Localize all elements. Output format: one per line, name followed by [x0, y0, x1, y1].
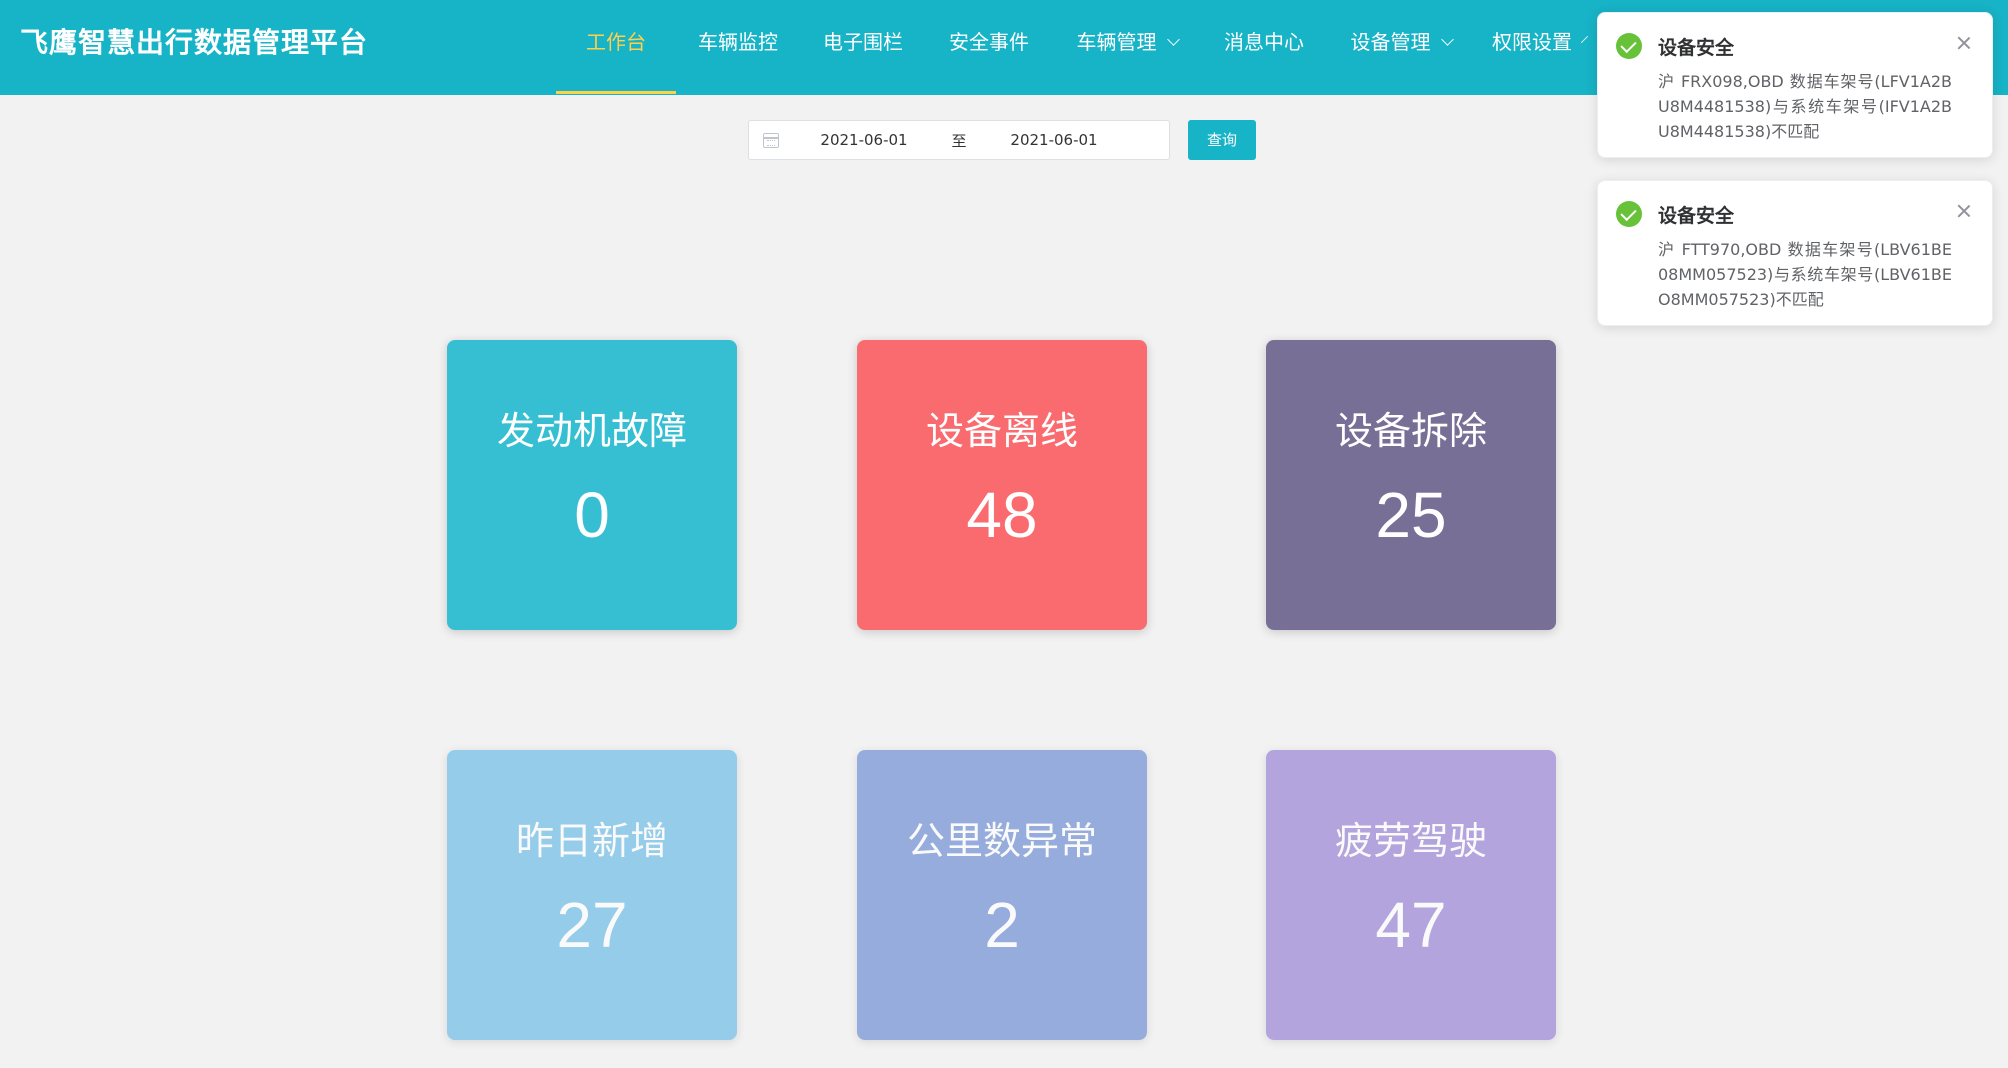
- nav-item-vehicle-management[interactable]: 车辆管理: [1052, 0, 1202, 85]
- date-range-separator: 至: [951, 131, 967, 150]
- nav-item-label: 工作台: [586, 30, 646, 54]
- stat-card-mileage-anomaly[interactable]: 公里数异常 2: [857, 750, 1147, 1040]
- nav-item-label: 电子围栏: [823, 30, 903, 54]
- success-check-icon: [1616, 33, 1642, 59]
- nav-item-message-center[interactable]: 消息中心: [1202, 0, 1326, 85]
- close-icon[interactable]: [1954, 201, 1974, 221]
- stat-card-title: 发动机故障: [496, 409, 687, 453]
- stat-card-value: 0: [574, 479, 610, 551]
- notification-toast: 设备安全 沪 FTT970,OBD 数据车架号(LBV61BE08MM05752…: [1597, 180, 1993, 326]
- stat-card-title: 昨日新增: [515, 819, 668, 863]
- success-check-icon: [1616, 201, 1642, 227]
- nav-item-label: 权限设置: [1492, 30, 1572, 54]
- chevron-down-icon: [1580, 35, 1589, 44]
- nav-item-label: 消息中心: [1224, 30, 1304, 54]
- stat-card-title: 设备离线: [925, 409, 1078, 453]
- start-date-input[interactable]: 2021-06-01: [789, 131, 939, 149]
- nav-item-label: 车辆管理: [1076, 30, 1157, 54]
- stat-card-value: 2: [984, 889, 1020, 961]
- stat-card-value: 47: [1375, 889, 1447, 961]
- notification-message: 沪 FTT970,OBD 数据车架号(LBV61BE08MM057523)与系统…: [1658, 240, 1952, 309]
- nav-item-workbench[interactable]: 工作台: [556, 0, 676, 94]
- nav-item-permission-settings[interactable]: 权限设置: [1476, 0, 1589, 85]
- app-title: 飞鹰智慧出行数据管理平台: [20, 26, 369, 59]
- stat-card-title: 设备拆除: [1334, 409, 1487, 453]
- nav-item-security-events[interactable]: 安全事件: [926, 0, 1052, 85]
- nav-item-label: 安全事件: [949, 30, 1029, 54]
- stat-card-value: 27: [556, 889, 628, 961]
- chevron-down-icon: [1440, 33, 1454, 46]
- stat-card-fatigue-driving[interactable]: 疲劳驾驶 47: [1266, 750, 1556, 1040]
- close-icon[interactable]: [1954, 33, 1974, 53]
- nav-item-label: 设备管理: [1350, 30, 1431, 54]
- stat-card-value: 25: [1375, 479, 1447, 551]
- stat-card-title: 公里数异常: [906, 819, 1097, 863]
- query-button[interactable]: 查询: [1188, 120, 1256, 160]
- notification-title: 设备安全: [1658, 205, 1735, 227]
- stat-card-yesterday-new[interactable]: 昨日新增 27: [447, 750, 737, 1040]
- main-nav: 工作台 车辆监控 电子围栏 安全事件 车辆管理 消息中心 设备管理 权限设置: [556, 0, 1589, 95]
- nav-item-label: 车辆监控: [698, 30, 778, 54]
- stat-card-title: 疲劳驾驶: [1334, 819, 1487, 863]
- notification-message: 沪 FRX098,OBD 数据车架号(LFV1A2BU8M4481538)与系统…: [1658, 72, 1952, 141]
- date-range-picker[interactable]: 2021-06-01 至 2021-06-01: [748, 120, 1170, 160]
- stat-card-value: 48: [966, 479, 1038, 551]
- notification-title: 设备安全: [1658, 37, 1735, 59]
- nav-item-geofence[interactable]: 电子围栏: [800, 0, 926, 85]
- nav-item-device-management[interactable]: 设备管理: [1326, 0, 1476, 85]
- stat-card-engine-fault[interactable]: 发动机故障 0: [447, 340, 737, 630]
- notification-toast: 设备安全 沪 FRX098,OBD 数据车架号(LFV1A2BU8M448153…: [1597, 12, 1993, 158]
- stat-card-device-offline[interactable]: 设备离线 48: [857, 340, 1147, 630]
- calendar-icon: [763, 133, 779, 148]
- stat-card-device-removed[interactable]: 设备拆除 25: [1266, 340, 1556, 630]
- end-date-input[interactable]: 2021-06-01: [979, 131, 1129, 149]
- chevron-down-icon: [1166, 33, 1180, 46]
- nav-item-vehicle-monitor[interactable]: 车辆监控: [676, 0, 800, 85]
